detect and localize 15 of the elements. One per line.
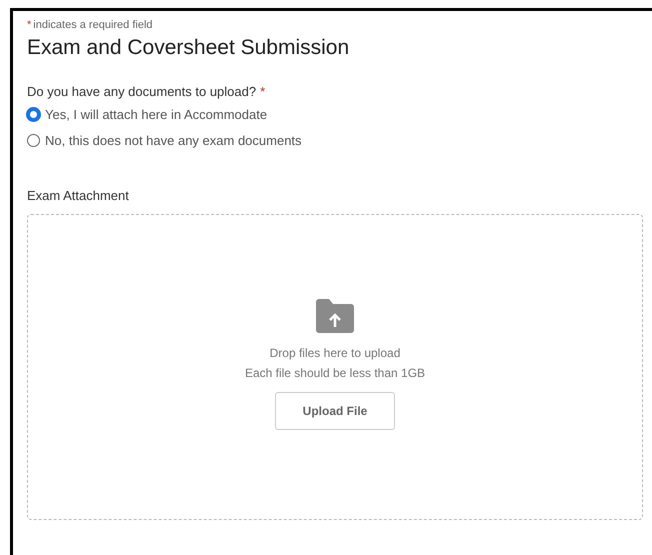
radio-button[interactable] xyxy=(27,134,40,147)
field-label: Exam Attachment xyxy=(27,187,130,205)
option-label: Yes, I will attach here in Accommodate xyxy=(45,106,268,124)
required-note: indicates a required field xyxy=(33,18,153,33)
upload-file-button[interactable]: Upload File xyxy=(275,392,395,430)
size-hint: Each file should be less than 1GB xyxy=(244,364,426,382)
drop-hint: Drop files here to upload xyxy=(270,344,400,362)
option-label: No, this does not have any exam documents xyxy=(45,132,302,150)
required-asterisk: * xyxy=(260,82,266,100)
radio-button[interactable] xyxy=(27,108,40,122)
drop-zone[interactable]: Drop files here to upload Each file should be less than 1GB Upload File xyxy=(27,214,643,520)
folder-upload-icon xyxy=(314,298,356,334)
required-asterisk: * xyxy=(27,18,32,33)
question-label: Do you have any documents to upload? xyxy=(27,82,256,101)
form-title: Exam and Coversheet Submission xyxy=(27,34,350,60)
